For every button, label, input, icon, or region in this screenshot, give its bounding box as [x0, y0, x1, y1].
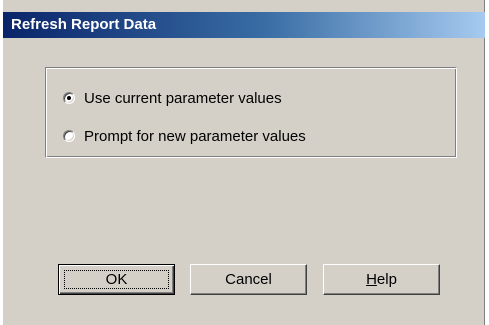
title-bar: Refresh Report Data [3, 12, 485, 38]
cancel-button-label: Cancel [225, 271, 272, 288]
use-current-values-option[interactable]: Use current parameter values [63, 88, 282, 108]
parameter-options-group: Use current parameter values Prompt for … [45, 67, 457, 158]
refresh-report-data-dialog: Refresh Report Data Use current paramete… [3, 0, 485, 325]
use-current-values-label[interactable]: Use current parameter values [84, 90, 282, 107]
dialog-title: Refresh Report Data [11, 16, 157, 33]
help-mnemonic: H [366, 271, 377, 288]
prompt-new-values-radio[interactable] [63, 130, 75, 142]
radio-selected-dot [67, 96, 71, 100]
use-current-values-radio[interactable] [63, 92, 75, 104]
prompt-new-values-option[interactable]: Prompt for new parameter values [63, 126, 306, 146]
ok-button[interactable]: OK [58, 264, 175, 295]
cancel-button[interactable]: Cancel [190, 264, 307, 295]
help-label-rest: elp [376, 271, 397, 288]
help-button-label: Help [366, 271, 397, 288]
ok-button-label: OK [105, 271, 128, 288]
prompt-new-values-label[interactable]: Prompt for new parameter values [84, 128, 306, 145]
help-button[interactable]: Help [323, 264, 440, 295]
